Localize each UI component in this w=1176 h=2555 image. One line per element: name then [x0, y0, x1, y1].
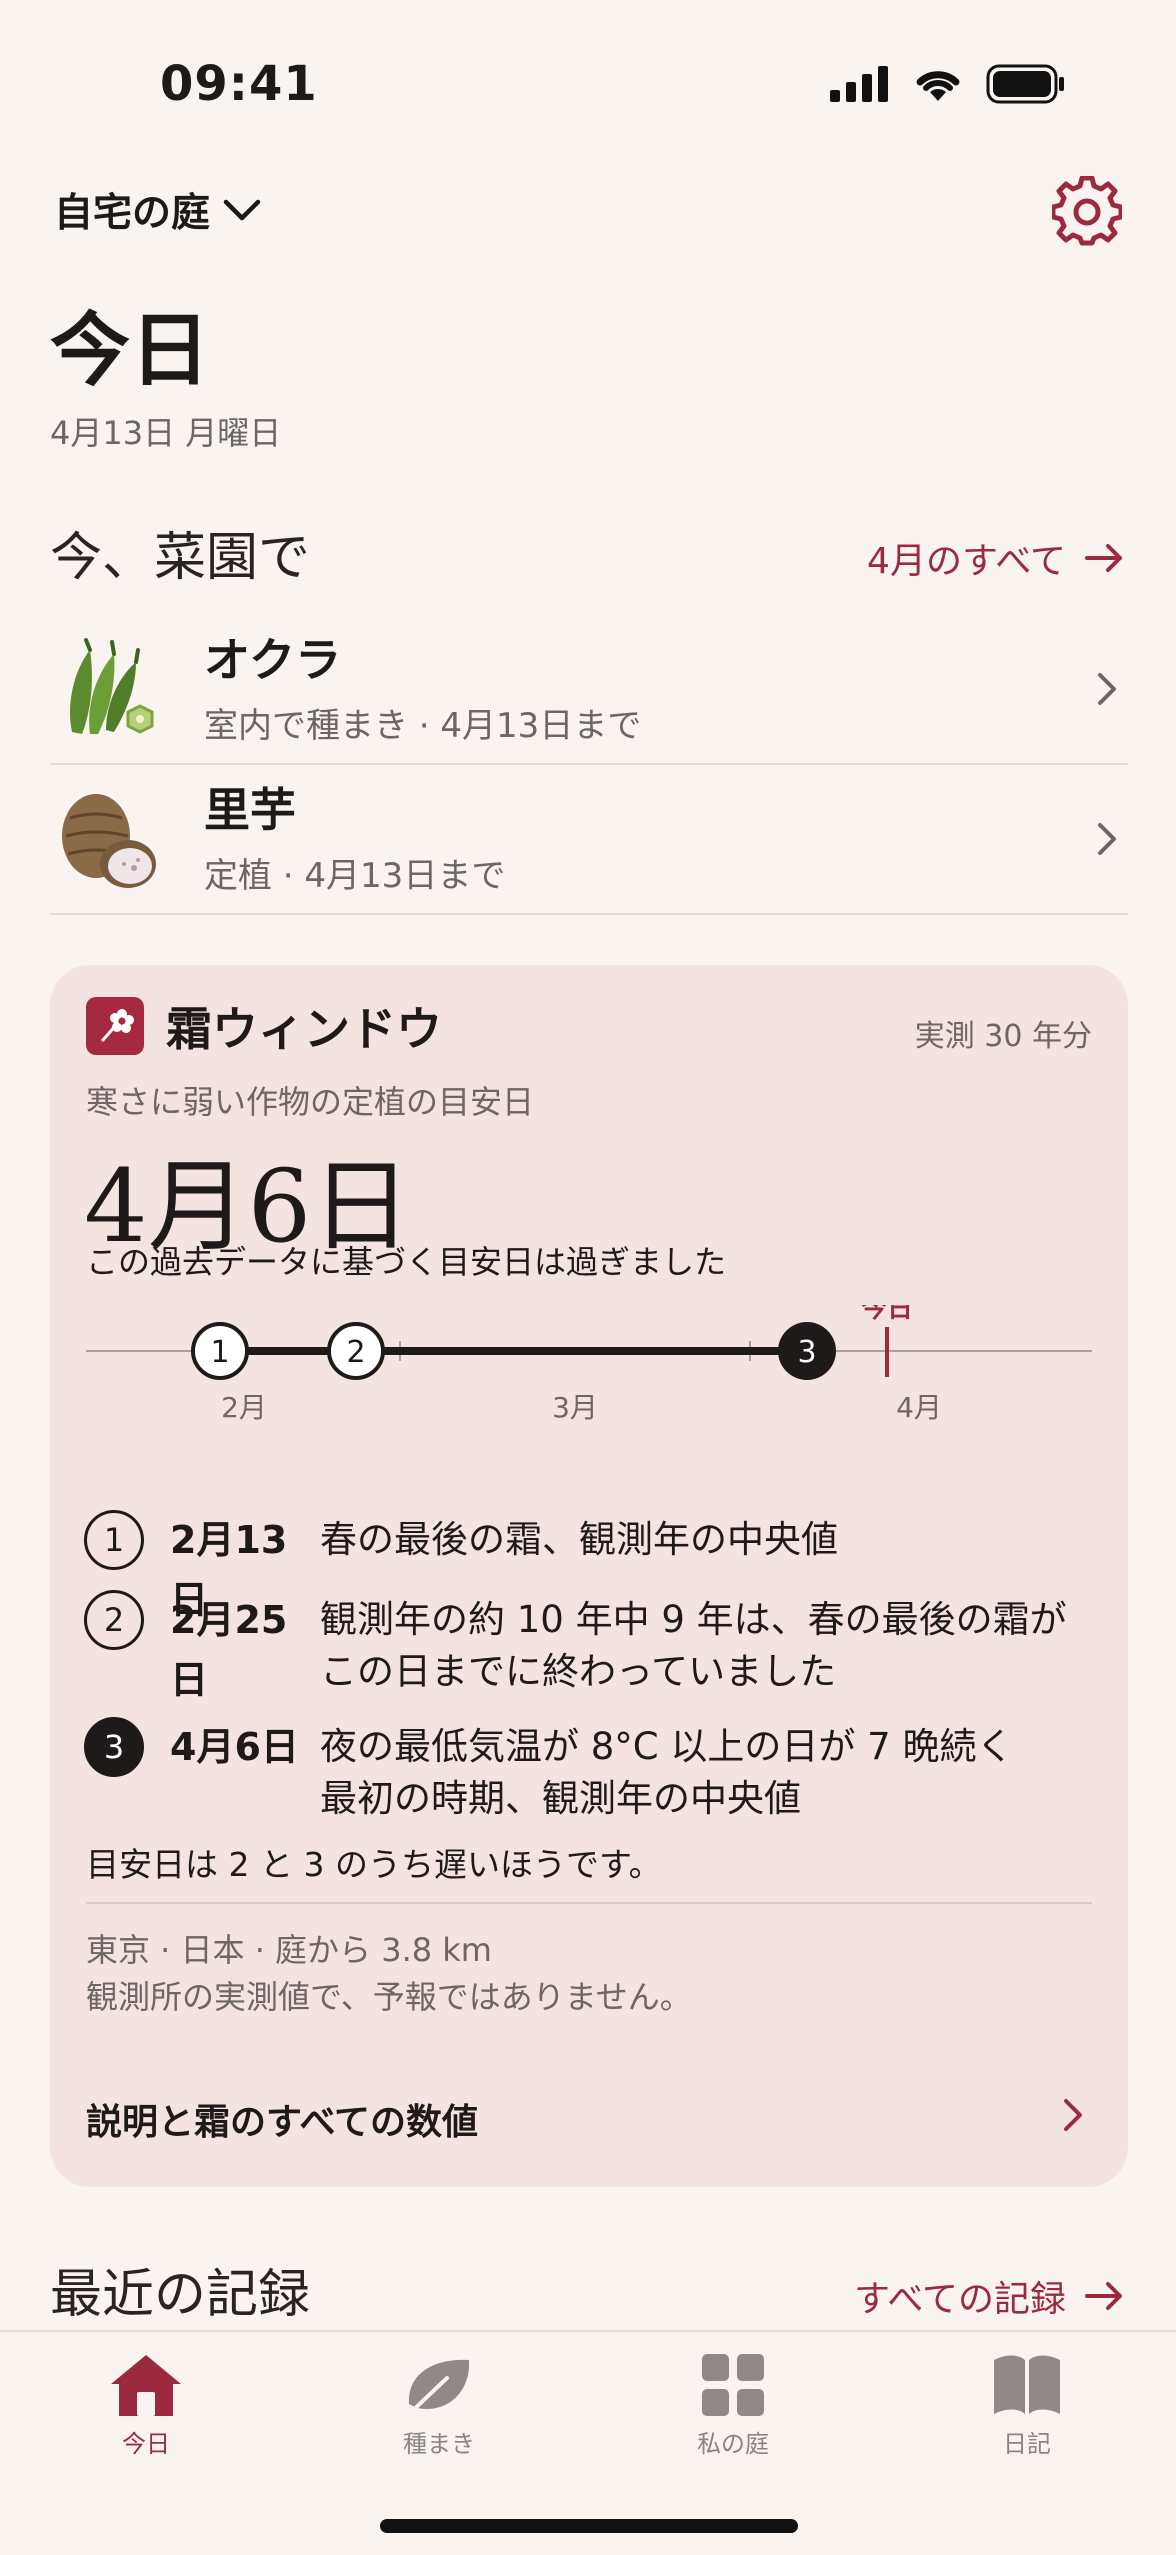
today-label: 今日	[861, 1305, 913, 1324]
station-info: 東京 · 日本 · 庭から 3.8 km 観測所の実測値で、予報ではありません。	[86, 1927, 692, 2021]
legend-date: 4月6日	[170, 1725, 299, 1769]
frost-details-link[interactable]: 説明と霜のすべての数値	[86, 2093, 478, 2145]
arrow-right-icon	[1085, 544, 1122, 572]
battery-icon	[986, 64, 1064, 104]
marker-2-label: 2	[346, 1335, 365, 1370]
task-subtitle: 定植 · 4月13日まで	[204, 855, 506, 896]
task-name: オクラ	[204, 632, 342, 687]
legend-row-3: 3 4月6日 夜の最低気温が 8°C 以上の日が 7 晩続く 最初の時期、観測年…	[84, 1717, 1013, 1825]
legend-row-2: 2 2月25日 観測年の約 10 年中 9 年は、春の最後の霜が この日までに終…	[84, 1590, 1067, 1710]
status-time: 09:41	[160, 56, 318, 112]
month-label-mar: 3月	[552, 1391, 598, 1424]
task-subtitle: 室内で種まき · 4月13日まで	[204, 705, 642, 746]
chevron-right-icon	[1098, 823, 1116, 855]
chevron-right-icon[interactable]	[1058, 2095, 1088, 2135]
tab-label: 種まき	[403, 2430, 475, 2458]
target-date-note: この過去データに基づく目安日は過ぎました	[86, 1243, 727, 1281]
legend-number: 2	[84, 1590, 144, 1650]
tab-my-garden[interactable]: 私の庭	[633, 2352, 833, 2459]
gear-icon[interactable]	[1052, 176, 1122, 246]
station-location: 東京 · 日本 · 庭から 3.8 km	[86, 1931, 492, 1969]
grid-icon	[702, 2354, 764, 2416]
garden-selector[interactable]: 自宅の庭	[54, 182, 262, 238]
card-title: 霜ウィンドウ	[166, 1002, 442, 1056]
leaf-icon	[405, 2359, 470, 2418]
tab-label: 今日	[122, 2430, 170, 2458]
all-records-link[interactable]: すべての記録	[854, 2270, 1124, 2322]
card-divider	[86, 1902, 1092, 1904]
task-name: 里芋	[204, 782, 296, 837]
page-date: 4月13日 月曜日	[50, 414, 282, 452]
home-icon	[111, 2355, 181, 2416]
legend-number: 3	[84, 1717, 144, 1777]
card-summary: 目安日は 2 と 3 のうち遅いほうです。	[86, 1845, 662, 1884]
legend-date: 2月25日	[170, 1598, 288, 1702]
task-row-taro[interactable]: 里芋 定植 · 4月13日まで	[50, 765, 1128, 915]
status-icons	[830, 64, 1066, 104]
card-label: 寒さに弱い作物の定植の目安日	[86, 1083, 535, 1121]
arrow-right-icon	[1085, 2282, 1122, 2310]
tab-label: 私の庭	[697, 2430, 769, 2458]
flower-icon	[86, 997, 144, 1055]
all-records-link-label: すべての記録	[853, 2279, 1066, 2320]
month-label-feb: 2月	[221, 1391, 267, 1424]
tab-label: 日記	[1003, 2430, 1051, 2458]
marker-1-label: 1	[210, 1335, 229, 1370]
section-heading-now: 今、菜園で	[50, 528, 311, 588]
section-heading-recent: 最近の記録	[50, 2265, 311, 2325]
wifi-icon	[916, 71, 960, 101]
legend-description: 観測年の約 10 年中 9 年は、春の最後の霜が この日までに終わっていました	[320, 1598, 1067, 1693]
page-title: 今日	[50, 303, 210, 397]
tab-sowing[interactable]: 種まき	[339, 2352, 539, 2459]
legend-number: 1	[84, 1510, 144, 1570]
home-indicator	[380, 2519, 798, 2533]
all-april-link[interactable]: 4月のすべて	[867, 532, 1124, 584]
chevron-right-icon	[1098, 673, 1116, 705]
frost-timeline: 今日 1 2 3 2月 3月 4月	[86, 1305, 1092, 1424]
tab-journal[interactable]: 日記	[927, 2352, 1127, 2459]
marker-3-label: 3	[797, 1335, 816, 1370]
task-row-okra[interactable]: オクラ 室内で種まき · 4月13日まで	[50, 615, 1128, 765]
garden-name: 自宅の庭	[54, 191, 211, 236]
all-april-link-label: 4月のすべて	[867, 541, 1066, 582]
tab-today[interactable]: 今日	[46, 2352, 246, 2459]
taro-image	[62, 794, 156, 888]
okra-image	[70, 638, 154, 734]
chevron-down-icon	[223, 199, 261, 221]
month-label-apr: 4月	[896, 1391, 942, 1424]
station-disclaimer: 観測所の実測値で、予報ではありません。	[86, 1978, 692, 2016]
frost-window-card: 霜ウィンドウ 実測 30 年分 寒さに弱い作物の定植の目安日 4月6日 この過去…	[50, 965, 1128, 2187]
legend-description: 夜の最低気温が 8°C 以上の日が 7 晩続く 最初の時期、観測年の中央値	[320, 1725, 1014, 1820]
signal-icon	[830, 66, 888, 102]
card-meta: 実測 30 年分	[914, 1019, 1092, 1054]
book-icon	[994, 2355, 1060, 2414]
